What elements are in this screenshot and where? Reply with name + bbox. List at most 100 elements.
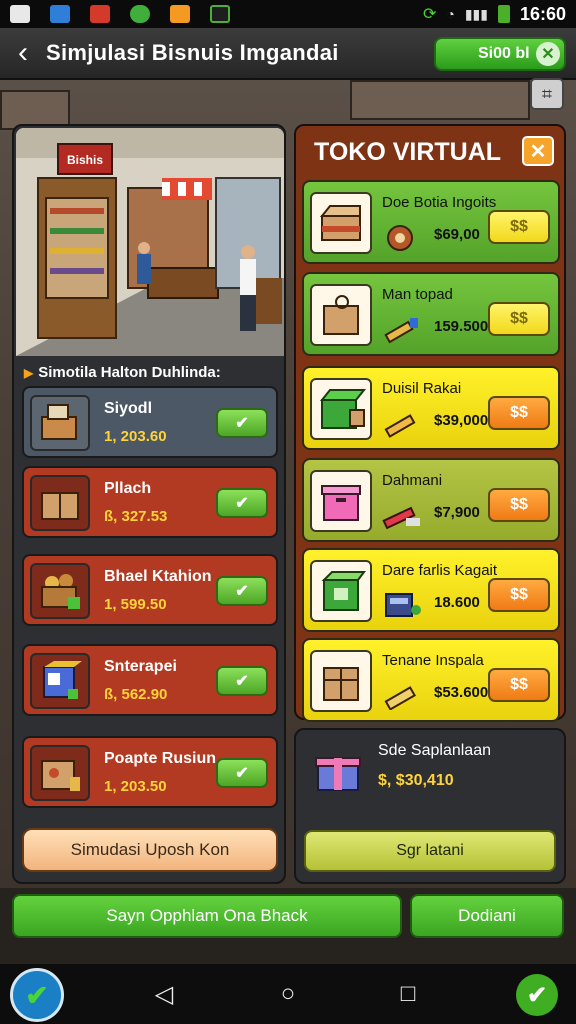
confirm-button[interactable]: ✔ — [216, 488, 268, 518]
coin-balance[interactable]: Si00 bl ✕ — [434, 37, 566, 71]
buy-button[interactable]: $$ — [488, 488, 550, 522]
item-price: 1, 203.60 — [104, 428, 167, 445]
svg-text:Bishis: Bishis — [67, 153, 103, 167]
marker-icon — [384, 414, 416, 438]
item-name: Poapte Rusiun — [104, 750, 217, 767]
simulate-button[interactable]: Simudasi Uposh Kon — [22, 828, 278, 872]
basket-icon — [30, 563, 90, 619]
shop-item-price: 159.500 — [434, 318, 489, 335]
system-nav-bar: ✔ ◁ ○ □ ✔ — [0, 964, 576, 1024]
card-reader-icon — [385, 593, 421, 617]
confirm-button[interactable]: ✔ — [216, 408, 268, 438]
dropbox-icon — [50, 5, 70, 23]
back-arrow-icon[interactable]: ‹ — [0, 27, 46, 79]
buy-button[interactable]: $$ — [488, 302, 550, 336]
app-red-icon — [90, 5, 110, 23]
shop-item-price: 18.600 — [434, 594, 480, 611]
shop-item-name: Tenane Inspala — [382, 652, 484, 669]
check-icon[interactable]: ✔ — [516, 974, 558, 1016]
stapler-icon — [382, 506, 420, 530]
buy-button[interactable]: $$ — [488, 396, 550, 430]
tape-icon — [387, 225, 413, 251]
clock: 16:60 — [519, 3, 566, 24]
buy-button[interactable]: $$ — [488, 668, 550, 702]
cube-icon — [30, 653, 90, 709]
shop-item-name: Dare farlis Kagait — [382, 562, 498, 579]
shop-item[interactable]: Dahmani $7,900 $$ — [302, 458, 560, 542]
list-item[interactable]: Bhael Ktahion 1, 599.50 ✔ — [22, 554, 278, 626]
box-icon — [30, 475, 90, 531]
app-orange-icon — [170, 5, 190, 23]
battery-icon — [497, 5, 510, 23]
shop-item-name: Dahmani — [382, 472, 443, 489]
buy-button[interactable]: $$ — [488, 578, 550, 612]
shop-item-price: $39,000 — [434, 412, 489, 429]
shop-item-price: $53.600 — [434, 684, 489, 701]
parcel-icon — [30, 745, 90, 801]
shop-item-name: Duisil Rakai — [382, 380, 462, 397]
section-label: ▶ Simotila Halton Duhlinda: — [24, 364, 221, 381]
list-item[interactable]: Snterapei ß, 562.90 ✔ — [22, 644, 278, 716]
item-name: Snterapei — [104, 658, 177, 675]
confirm-button[interactable]: ✔ — [216, 666, 268, 696]
nav-back-icon[interactable]: ◁ — [150, 980, 178, 1008]
shop-item-name: Man topad — [382, 286, 453, 303]
check-badge-icon[interactable]: ✔ — [10, 968, 64, 1022]
note-icon — [210, 5, 230, 23]
scene-svg: Bishis — [16, 128, 284, 356]
shop-item-price: $7,900 — [434, 504, 480, 521]
summary-button[interactable]: Sgr latani — [304, 830, 556, 872]
close-icon[interactable]: ✕ — [522, 136, 554, 166]
green-crate-icon — [310, 560, 372, 622]
open-box-icon — [310, 192, 372, 254]
list-item[interactable]: Pllach ß, 327.53 ✔ — [22, 466, 278, 538]
summary-title: Sde Saplanlaan — [378, 742, 491, 759]
list-item[interactable]: Poapte Rusiun 1, 203.50 ✔ — [22, 736, 278, 808]
item-name: Pllach — [104, 480, 152, 497]
nav-home-icon[interactable]: ○ — [274, 980, 302, 1008]
item-name: Siyodl — [104, 400, 153, 417]
shop-item[interactable]: Tenane Inspala $53.600 $$ — [302, 638, 560, 722]
item-price: 1, 599.50 — [104, 596, 167, 613]
signal-icon: ▮▮▮ — [464, 5, 488, 22]
shop-item[interactable]: Duisil Rakai $39,000 $$ — [302, 366, 560, 450]
nav-recent-icon[interactable]: □ — [394, 980, 422, 1008]
gift-box-icon — [315, 757, 361, 791]
page-title: Simjulasi Bisnuis Imgandai — [46, 40, 339, 65]
main-action-button[interactable]: Sayn Opphlam Ona Bhack — [12, 894, 402, 938]
triangle-icon: ▶ — [24, 366, 34, 380]
pink-box-icon — [310, 470, 372, 532]
confirm-button[interactable]: ✔ — [216, 576, 268, 606]
status-bar: ⟳ ◔ ▮▮▮ 16:60 — [0, 0, 576, 28]
map-icon[interactable]: ⌗ — [530, 78, 564, 110]
shop-scene-illustration: Bishis — [16, 128, 284, 356]
list-item[interactable]: Siyodl 1, 203.60 ✔ — [22, 386, 278, 458]
shop-item[interactable]: Man topad 159.500 $$ — [302, 272, 560, 356]
header-bar: ‹ Simjulasi Bisnuis Imgandai Si00 bl ✕ — [0, 28, 576, 80]
shop-title: TOKO VIRTUAL — [314, 138, 502, 166]
virtual-shop-panel: TOKO VIRTUAL ✕ Doe Botia Ingoits $69,00 … — [294, 124, 566, 722]
item-price: 1, 203.50 — [104, 778, 167, 795]
green-box-icon — [310, 378, 372, 440]
cutter-icon — [384, 318, 418, 344]
summary-panel: Sde Saplanlaan $, $30,410 Sgr latani — [294, 728, 566, 884]
buy-button[interactable]: $$ — [488, 210, 550, 244]
action-bar: Sayn Opphlam Ona Bhack Dodiani — [0, 888, 576, 964]
shop-item-name: Doe Botia Ingoits — [382, 194, 497, 211]
building — [350, 80, 530, 120]
gallery-icon — [10, 5, 30, 23]
tape-roll-icon — [384, 686, 416, 710]
item-price: ß, 562.90 — [104, 686, 168, 703]
app-green-icon — [130, 5, 150, 23]
cardboard-box-icon — [310, 650, 372, 712]
close-icon[interactable]: ✕ — [536, 42, 560, 66]
sync-icon: ⟳ — [422, 6, 437, 23]
shop-item[interactable]: Doe Botia Ingoits $69,00 $$ — [302, 180, 560, 264]
shop-item-price: $69,00 — [434, 226, 480, 243]
side-action-button[interactable]: Dodiani — [410, 894, 564, 938]
confirm-button[interactable]: ✔ — [216, 758, 268, 788]
item-price: ß, 327.53 — [104, 508, 168, 525]
wifi-icon: ◔ — [446, 6, 455, 22]
box-icon — [30, 395, 90, 451]
shop-item[interactable]: Dare farlis Kagait 18.600 $$ — [302, 548, 560, 632]
